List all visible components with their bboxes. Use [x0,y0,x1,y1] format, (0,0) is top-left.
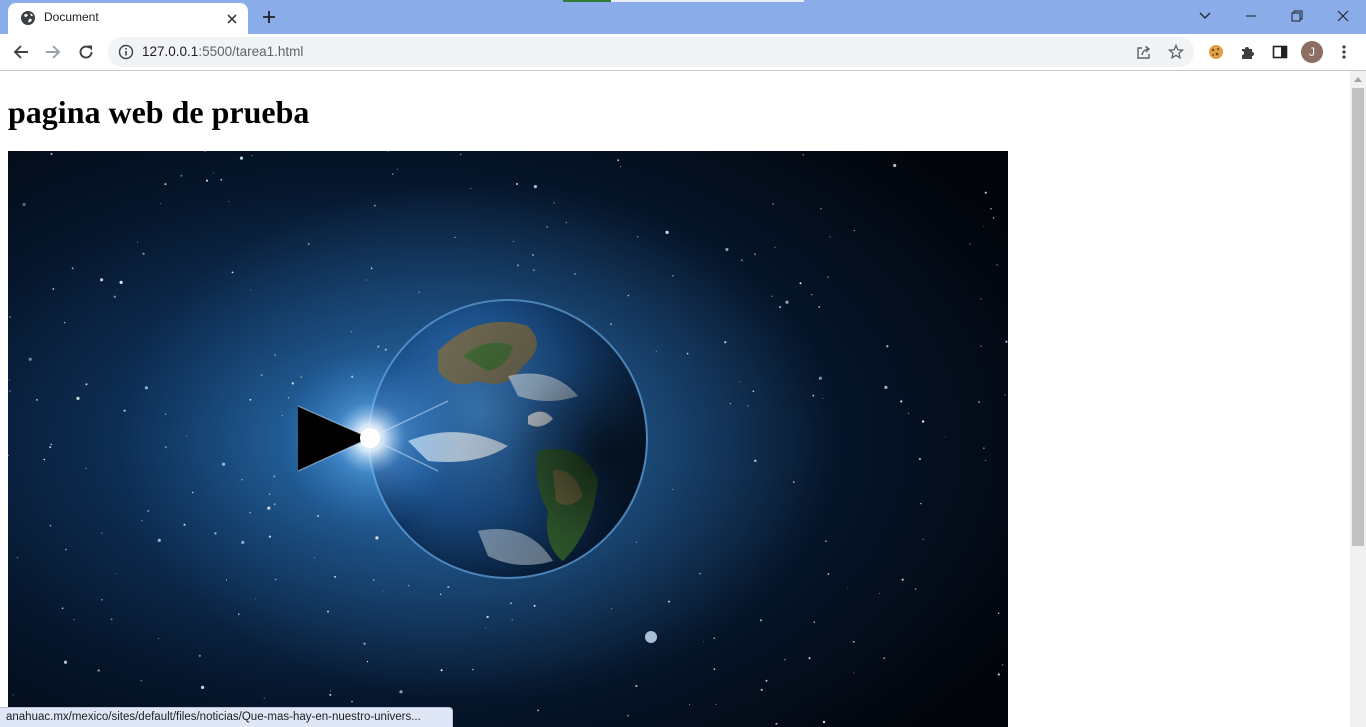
reload-button[interactable] [71,37,101,67]
close-icon [1337,10,1349,22]
page-viewport: pagina web de prueba [0,71,1350,727]
address-bar[interactable]: 127.0.0.1:5500/tarea1.html [108,37,1194,67]
reload-icon [79,45,93,59]
url-host: 127.0.0.1 [142,44,199,59]
menu-button[interactable] [1329,37,1359,67]
share-icon[interactable] [1134,42,1154,62]
vertical-scrollbar[interactable] [1350,71,1366,727]
new-tab-button[interactable] [257,6,281,28]
earth-image[interactable] [8,151,1008,727]
arrow-right-icon [46,45,61,59]
restore-button[interactable] [1274,0,1320,32]
star-icon[interactable] [1166,42,1186,62]
cookie-icon [1209,45,1223,59]
url-text[interactable]: 127.0.0.1:5500/tarea1.html [142,44,303,59]
avatar[interactable]: J [1301,41,1323,63]
globe-icon [20,10,36,26]
scroll-up-icon[interactable] [1350,71,1366,87]
info-icon[interactable] [118,44,134,60]
plus-icon [263,11,275,23]
tab-title: Document [44,10,99,24]
arrow-left-icon [13,45,28,59]
minimize-button[interactable] [1228,0,1274,32]
puzzle-icon [1242,47,1254,59]
title-bar: Document [0,0,1366,34]
tab-document[interactable]: Document [8,3,248,34]
page-title: pagina web de prueba [8,94,310,130]
cookie-extension-button[interactable] [1201,37,1231,67]
chevron-down-icon [1199,12,1211,19]
side-panel-button[interactable] [1265,37,1295,67]
browser-toolbar: 127.0.0.1:5500/tarea1.html J [0,34,1366,71]
forward-button[interactable] [38,37,68,67]
link-status-bubble: anahuac.mx/mexico/sites/default/files/no… [0,707,453,727]
tab-group-indicator-light [611,0,804,2]
minimize-icon [1246,15,1256,17]
scrollbar-thumb[interactable] [1352,88,1364,546]
close-icon[interactable] [222,9,242,29]
tab-group-indicator [563,0,611,2]
back-button[interactable] [6,37,36,67]
tab-search-button[interactable] [1182,0,1228,32]
restore-icon [1291,10,1303,22]
extensions-button[interactable] [1233,37,1263,67]
close-window-button[interactable] [1320,0,1366,32]
side-panel-icon [1272,45,1288,59]
kebab-menu-icon [1342,45,1346,59]
url-path: :5500/tarea1.html [198,44,304,59]
